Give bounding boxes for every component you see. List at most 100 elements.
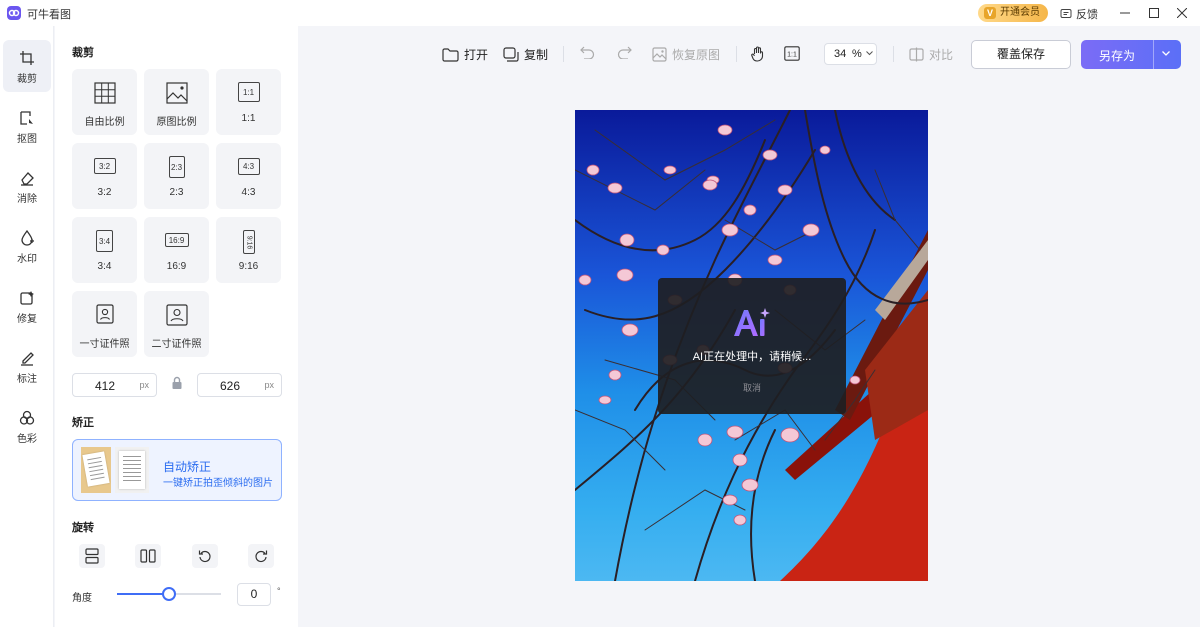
flip-vertical-button[interactable]: [79, 544, 105, 568]
id-photo-icon: [165, 304, 188, 326]
actual-size-icon: 1:1: [784, 46, 800, 61]
height-input[interactable]: 626 px: [197, 373, 282, 397]
vip-icon: V: [984, 7, 996, 19]
restore-original-button[interactable]: 恢复原图: [652, 46, 720, 63]
app-title: 可牛看图: [27, 9, 71, 21]
compare-button[interactable]: 对比: [909, 46, 953, 63]
feedback-label: 反馈: [1076, 9, 1098, 21]
redo-icon: [617, 46, 632, 59]
toolbar-divider: [736, 46, 737, 62]
ratio-9-16[interactable]: 9:16 9:16: [216, 217, 281, 283]
angle-slider[interactable]: [117, 587, 221, 601]
ratio-4-3-icon: 4:3: [237, 158, 260, 175]
ratio-label: 4:3: [241, 187, 256, 198]
rotate-left-button[interactable]: [192, 544, 218, 568]
ratio-original[interactable]: 原图比例: [144, 69, 209, 135]
actual-size-button[interactable]: 1:1: [784, 46, 800, 61]
angle-input[interactable]: 0: [237, 583, 271, 606]
toolbar-divider: [893, 46, 894, 62]
pan-tool-button[interactable]: [751, 46, 765, 62]
svg-text:1:1: 1:1: [787, 52, 797, 59]
auto-correct-card[interactable]: 自动矫正 一键矫正拍歪倾斜的图片: [72, 439, 282, 501]
straight-document-thumbnail: [115, 447, 149, 493]
angle-label: 角度: [72, 593, 92, 604]
title-bar: 可牛看图 V 开通会员 反馈: [0, 0, 1200, 26]
app-logo-icon: [7, 6, 21, 20]
overwrite-save-button[interactable]: 覆盖保存: [971, 40, 1071, 69]
ratio-2-3[interactable]: 2:3 2:3: [144, 143, 209, 209]
crop-section-title: 裁剪: [72, 47, 94, 59]
settings-panel: 裁剪 自由比例 原图比例 1:1 1:1 3:2 3:2 2:3 2:3 4:3…: [55, 26, 298, 627]
crop-icon: [20, 51, 34, 65]
compare-label: 对比: [929, 48, 954, 62]
ai-logo-icon: [734, 308, 770, 336]
redo-button[interactable]: [617, 46, 632, 59]
ratio-1-1[interactable]: 1:1 1:1: [216, 69, 281, 135]
flip-horizontal-button[interactable]: [135, 544, 161, 568]
rail-item-watermark[interactable]: 水印: [3, 220, 51, 272]
repair-icon: [20, 291, 34, 305]
hand-icon: [751, 46, 764, 62]
eraser-icon: [21, 172, 34, 186]
rail-item-color[interactable]: 色彩: [3, 400, 51, 452]
width-input[interactable]: 412 px: [72, 373, 157, 397]
ratio-label: 3:4: [97, 261, 112, 272]
rotate-right-button[interactable]: [248, 544, 274, 568]
rail-item-erase[interactable]: 消除: [3, 160, 51, 212]
ratio-id-2inch[interactable]: 二寸证件照: [144, 291, 209, 357]
ratio-3-4[interactable]: 3:4 3:4: [72, 217, 137, 283]
flip-horizontal-icon: [140, 549, 156, 563]
ai-processing-message: AI正在处理中，请稍候...: [692, 351, 812, 363]
undo-icon: [580, 46, 595, 59]
height-value: 626: [219, 379, 241, 393]
feedback-button[interactable]: 反馈: [1060, 6, 1098, 22]
zoom-value: 34: [834, 48, 847, 60]
rail-label: 色彩: [17, 434, 37, 445]
ratio-3-2[interactable]: 3:2 3:2: [72, 143, 137, 209]
rail-label: 消除: [17, 194, 37, 205]
ratio-16-9[interactable]: 16:9 16:9: [144, 217, 209, 283]
auto-correct-title: 自动矫正: [163, 460, 212, 474]
skewed-document-thumbnail: [81, 447, 111, 493]
undo-button[interactable]: [580, 46, 595, 59]
width-value: 412: [94, 379, 116, 393]
angle-slider-handle[interactable]: [162, 587, 176, 601]
minimize-icon: [1120, 12, 1130, 14]
chevron-down-icon[interactable]: [1161, 48, 1171, 58]
rail-item-crop[interactable]: 裁剪: [3, 40, 51, 92]
ratio-1-1-icon: 1:1: [237, 82, 260, 102]
auto-correct-description: 一键矫正拍歪倾斜的图片: [163, 478, 273, 489]
ratio-4-3[interactable]: 4:3 4:3: [216, 143, 281, 209]
rail-item-annotate[interactable]: 标注: [3, 340, 51, 392]
rotate-section-title: 旋转: [72, 522, 94, 534]
rail-label: 修复: [17, 314, 37, 325]
angle-unit: °: [277, 586, 281, 596]
ratio-id-1inch[interactable]: 一寸证件照: [72, 291, 137, 357]
color-icon: [19, 410, 35, 425]
rail-item-repair[interactable]: 修复: [3, 280, 51, 332]
save-as-button[interactable]: 另存为: [1081, 40, 1181, 69]
aspect-lock-button[interactable]: [171, 376, 183, 393]
rail-item-cutout[interactable]: 抠图: [3, 100, 51, 152]
id-photo-icon: [95, 304, 114, 324]
maximize-button[interactable]: [1144, 3, 1164, 23]
rail-label: 抠图: [17, 134, 37, 145]
ratio-9-16-glyph: 9:16: [245, 235, 252, 249]
close-button[interactable]: [1172, 3, 1192, 23]
open-button[interactable]: 打开: [442, 46, 488, 63]
rail-label: 裁剪: [17, 74, 37, 85]
vip-button[interactable]: V 开通会员: [978, 4, 1048, 22]
feedback-icon: [1060, 9, 1072, 18]
height-unit: px: [264, 380, 274, 390]
toolbar-divider: [563, 46, 564, 62]
ratio-free[interactable]: 自由比例: [72, 69, 137, 135]
ratio-9-16-icon: 9:16: [242, 230, 255, 254]
width-unit: px: [139, 380, 149, 390]
minimize-button[interactable]: [1115, 3, 1135, 23]
save-as-label: 另存为: [1099, 49, 1136, 63]
zoom-select[interactable]: 34 %: [824, 43, 877, 65]
ratio-label: 16:9: [166, 261, 187, 272]
copy-button[interactable]: 复制: [503, 46, 548, 63]
chevron-down-icon: [866, 51, 873, 56]
ai-cancel-button[interactable]: 取消: [658, 381, 846, 394]
